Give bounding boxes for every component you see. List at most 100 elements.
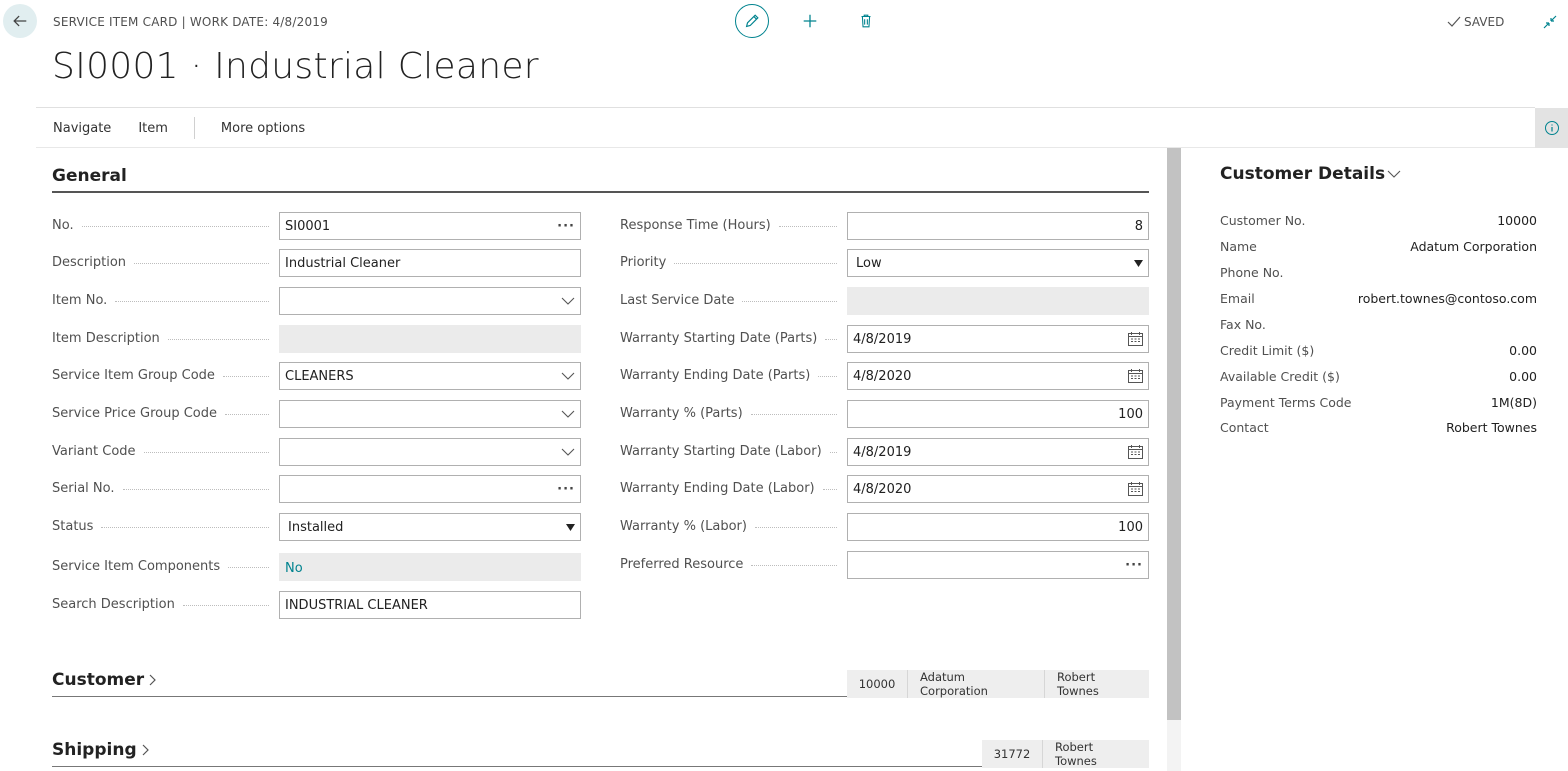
factbox-row-payment-terms-code: Payment Terms Code 1M(8D) bbox=[1220, 395, 1537, 410]
field-value-no: SI0001 bbox=[285, 218, 331, 234]
field-service-item-group-code[interactable]: CLEANERS bbox=[279, 362, 581, 390]
factbox-value[interactable]: robert.townes@contoso.com bbox=[1358, 291, 1537, 306]
field-no[interactable]: SI0001 ··· bbox=[279, 212, 581, 240]
field-suffix[interactable] bbox=[1128, 445, 1143, 459]
field-suffix[interactable]: ··· bbox=[1125, 558, 1143, 573]
label-leader-dots bbox=[143, 452, 269, 453]
label-warranty-starting-date-labor: Warranty Starting Date (Labor) bbox=[620, 444, 822, 459]
factbox-row-phone-no: Phone No. bbox=[1220, 265, 1537, 280]
factbox-header[interactable]: Customer Details bbox=[1220, 164, 1401, 184]
shipping-summary-contact: Robert Townes bbox=[1042, 740, 1149, 768]
field-warranty-parts[interactable]: 100 bbox=[847, 400, 1149, 428]
action-more-options[interactable]: More options bbox=[221, 121, 305, 136]
factbox-value[interactable]: 0.00 bbox=[1509, 369, 1537, 384]
field-suffix[interactable]: ··· bbox=[557, 482, 575, 497]
delete-button[interactable] bbox=[849, 4, 883, 38]
calendar-icon[interactable] bbox=[1128, 369, 1143, 383]
field-value-status: Installed bbox=[288, 519, 344, 535]
field-warranty-ending-date-labor[interactable]: 4/8/2020 bbox=[847, 475, 1149, 503]
collapse-button[interactable] bbox=[1540, 12, 1560, 32]
field-preferred-resource[interactable]: ··· bbox=[847, 551, 1149, 579]
factbox-value[interactable]: 10000 bbox=[1497, 213, 1537, 228]
field-description[interactable]: Industrial Cleaner bbox=[279, 249, 581, 277]
field-serial-no[interactable]: ··· bbox=[279, 475, 581, 503]
field-service-item-components[interactable]: No bbox=[279, 553, 581, 581]
chevron-down-icon[interactable] bbox=[561, 410, 575, 419]
field-status[interactable]: Installed bbox=[279, 513, 581, 541]
field-search-description[interactable]: INDUSTRIAL CLEANER bbox=[279, 591, 581, 619]
factbox-label: Payment Terms Code bbox=[1220, 395, 1352, 410]
customer-summary-contact: Robert Townes bbox=[1044, 670, 1149, 698]
label-service-item-group-code: Service Item Group Code bbox=[52, 368, 215, 383]
ellipsis-icon[interactable]: ··· bbox=[1125, 558, 1143, 573]
triangle-down-icon[interactable] bbox=[566, 523, 575, 531]
action-item[interactable]: Item bbox=[138, 121, 168, 136]
ellipsis-icon[interactable]: ··· bbox=[557, 219, 575, 234]
label-leader-dots bbox=[754, 527, 837, 528]
back-button[interactable] bbox=[3, 4, 37, 38]
action-separator bbox=[193, 117, 195, 139]
calendar-icon[interactable] bbox=[1128, 445, 1143, 459]
factbox-row-available-credit: Available Credit ($) 0.00 bbox=[1220, 369, 1537, 384]
field-suffix[interactable]: ··· bbox=[557, 219, 575, 234]
field-last-service-date[interactable] bbox=[847, 287, 1149, 315]
edit-button[interactable] bbox=[735, 4, 769, 38]
field-warranty-starting-date-parts[interactable]: 4/8/2019 bbox=[847, 325, 1149, 353]
field-value-service-item-components: No bbox=[285, 561, 303, 576]
new-button[interactable] bbox=[793, 4, 827, 38]
field-service-price-group-code[interactable] bbox=[279, 400, 581, 428]
field-suffix[interactable] bbox=[1128, 482, 1143, 496]
field-value-warranty-labor: 100 bbox=[1118, 519, 1143, 535]
label-leader-dots bbox=[742, 301, 837, 302]
action-navigate[interactable]: Navigate bbox=[53, 121, 111, 136]
label-last-service-date: Last Service Date bbox=[620, 293, 735, 308]
page-caption: SERVICE ITEM CARD | WORK DATE: 4/8/2019 bbox=[53, 15, 328, 29]
trash-icon bbox=[861, 14, 871, 28]
shipping-section-header[interactable]: Shipping bbox=[52, 740, 152, 760]
calendar-icon[interactable] bbox=[1128, 482, 1143, 496]
customer-summary: 10000 Adatum Corporation Robert Townes bbox=[847, 670, 1149, 698]
field-warranty-starting-date-labor[interactable]: 4/8/2019 bbox=[847, 438, 1149, 466]
calendar-icon[interactable] bbox=[1128, 332, 1143, 346]
field-item-description[interactable] bbox=[279, 325, 581, 353]
field-item-no[interactable] bbox=[279, 287, 581, 315]
scrollbar-thumb[interactable] bbox=[1167, 148, 1181, 720]
chevron-down-icon[interactable] bbox=[561, 297, 575, 306]
general-section-line bbox=[52, 191, 1149, 193]
content-scrollbar[interactable] bbox=[1167, 148, 1181, 771]
field-suffix[interactable] bbox=[561, 297, 575, 306]
field-response-time-hours[interactable]: 8 bbox=[847, 212, 1149, 240]
top-actions bbox=[735, 4, 883, 38]
field-variant-code[interactable] bbox=[279, 438, 581, 466]
chevron-right-icon bbox=[142, 744, 149, 756]
info-button[interactable] bbox=[1535, 108, 1568, 148]
field-suffix[interactable] bbox=[1128, 332, 1143, 346]
label-leader-dots bbox=[134, 263, 269, 264]
shipping-summary: 31772 Robert Townes bbox=[982, 740, 1149, 768]
field-suffix[interactable] bbox=[566, 523, 575, 531]
chevron-down-icon[interactable] bbox=[561, 372, 575, 381]
general-section-title[interactable]: General bbox=[52, 166, 127, 186]
label-serial-no: Serial No. bbox=[52, 481, 115, 496]
label-leader-dots bbox=[822, 489, 837, 490]
field-suffix[interactable] bbox=[561, 372, 575, 381]
label-leader-dots bbox=[750, 414, 837, 415]
chevron-down-icon[interactable] bbox=[561, 448, 575, 457]
field-warranty-ending-date-parts[interactable]: 4/8/2020 bbox=[847, 362, 1149, 390]
ellipsis-icon[interactable]: ··· bbox=[557, 482, 575, 497]
field-value-priority: Low bbox=[856, 255, 882, 271]
label-leader-dots bbox=[225, 414, 269, 415]
label-leader-dots bbox=[115, 301, 269, 302]
factbox-label: Available Credit ($) bbox=[1220, 369, 1340, 384]
label-leader-dots bbox=[818, 376, 837, 377]
customer-section-header[interactable]: Customer bbox=[52, 670, 159, 690]
label-leader-dots bbox=[751, 565, 837, 566]
triangle-down-icon[interactable] bbox=[1134, 259, 1143, 267]
field-suffix[interactable] bbox=[1134, 259, 1143, 267]
field-suffix[interactable] bbox=[561, 448, 575, 457]
field-priority[interactable]: Low bbox=[847, 249, 1149, 277]
saved-status: SAVED bbox=[1447, 15, 1504, 29]
field-suffix[interactable] bbox=[561, 410, 575, 419]
field-suffix[interactable] bbox=[1128, 369, 1143, 383]
field-warranty-labor[interactable]: 100 bbox=[847, 513, 1149, 541]
